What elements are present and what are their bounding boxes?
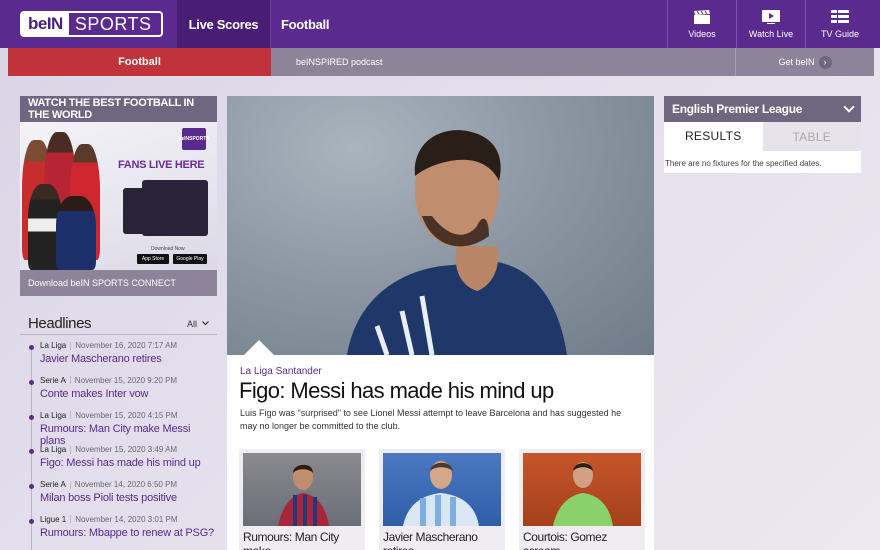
headline-link[interactable]: Rumours: Man City make Messi plans xyxy=(40,423,217,447)
nav-videos-label: Videos xyxy=(688,28,716,39)
hero-description: Luis Figo was "surprised" to see Lionel … xyxy=(240,408,622,431)
nav-watch-live[interactable]: Watch Live xyxy=(736,0,805,48)
hero-notch xyxy=(244,340,274,355)
player-portrait-graphic xyxy=(347,130,567,355)
tab-results[interactable]: RESULTS xyxy=(664,122,763,151)
nav-videos[interactable]: Videos xyxy=(667,0,736,48)
tv-play-icon xyxy=(761,9,781,24)
card-caption: Javier Mascherano retires xyxy=(383,530,478,550)
headline-league: Ligue 1 xyxy=(40,514,67,524)
related-cards: Rumours: Man City make Javier Mascherano… xyxy=(239,449,645,550)
headline-time: November 15, 2020 4:15 PM xyxy=(75,410,178,420)
promo-image: beIN SPORTS FANS LIVE HERE Download Now A… xyxy=(20,122,217,270)
list-item[interactable]: Ligue 1 November 14, 2020 3:01 PM Rumours… xyxy=(29,515,217,550)
headline-meta: La Liga November 15, 2020 4:15 PM xyxy=(40,411,217,420)
headline-league: La Liga xyxy=(40,445,67,455)
promo-banner[interactable]: WATCH THE BEST FOOTBALL IN THE WORLD beI… xyxy=(20,96,217,296)
headline-meta: Serie A November 15, 2020 9:20 PM xyxy=(40,376,217,385)
no-fixtures-message: There are no fixtures for the specified … xyxy=(665,159,822,168)
mini-logo-text-top: beIN xyxy=(178,136,190,142)
headline-meta: La Liga November 16, 2020 7:17 AM xyxy=(40,341,217,350)
headline-time: November 14, 2020 6:50 PM xyxy=(74,480,178,490)
card-caption: Courtois: Gomez scream xyxy=(523,530,608,550)
logo-sports-text: SPORTS xyxy=(74,13,152,34)
league-widget: English Premier League RESULTS TABLE The… xyxy=(664,96,861,173)
hero-article-card[interactable]: La Liga Santander Figo: Messi has made h… xyxy=(227,96,654,550)
tab-table[interactable]: TABLE xyxy=(762,122,861,151)
get-bein-label: Get beIN xyxy=(778,57,815,67)
promo-footer: Download beIN SPORTS CONNECT xyxy=(28,278,176,288)
headline-league: La Liga xyxy=(40,341,67,350)
clapperboard-icon xyxy=(692,9,712,24)
card-thumbnail xyxy=(523,453,641,526)
headline-meta: Serie A November 14, 2020 6:50 PM xyxy=(40,480,217,489)
headlines-section: Headlines All La Liga November 16, 2020 7… xyxy=(20,313,217,550)
headlines-title: Headlines xyxy=(28,315,92,332)
mini-logo-text-bottom: SPORTS xyxy=(189,136,210,142)
headline-link[interactable]: Figo: Messi has made his mind up xyxy=(40,457,217,469)
card-thumbnail xyxy=(243,453,361,526)
headline-link[interactable]: Javier Mascherano retires xyxy=(40,353,217,365)
list-item[interactable]: Serie A November 14, 2020 6:50 PM Milan b… xyxy=(29,480,217,515)
headline-league: Serie A xyxy=(40,375,66,385)
nav-tv-guide[interactable]: TV Guide xyxy=(805,0,874,48)
get-bein-button[interactable]: Get beIN › xyxy=(735,48,874,76)
headline-league: Serie A xyxy=(40,480,66,490)
list-item[interactable]: La Liga November 16, 2020 7:17 AM Javier … xyxy=(29,341,217,376)
tablet-graphic xyxy=(123,188,149,234)
bein-sports-logo[interactable]: beIN SPORTS xyxy=(20,11,163,37)
headline-time: November 14, 2020 3:01 PM xyxy=(75,514,178,524)
headline-link[interactable]: Conte makes Inter vow xyxy=(40,388,217,400)
chevron-down-icon xyxy=(202,321,209,326)
related-card[interactable]: Rumours: Man City make xyxy=(239,449,365,550)
headline-link[interactable]: Rumours: Mbappe to renew at PSG? xyxy=(40,527,217,539)
headlines-filter-dropdown[interactable]: All xyxy=(187,319,209,329)
app-store-badge: App Store xyxy=(137,254,169,264)
headline-time: November 15, 2020 3:49 AM xyxy=(75,445,178,455)
headline-league: La Liga xyxy=(40,410,67,420)
google-play-badge: Google Play xyxy=(173,254,207,264)
list-item[interactable]: La Liga November 15, 2020 3:49 AM Figo: M… xyxy=(29,445,217,480)
nav-watch-live-label: Watch Live xyxy=(748,28,794,39)
list-grid-icon xyxy=(830,9,850,24)
headlines-filter-label: All xyxy=(186,318,197,329)
chevron-right-icon: › xyxy=(818,55,832,69)
league-tabs: RESULTS TABLE xyxy=(664,122,861,151)
bein-mini-logo: beIN SPORTS xyxy=(178,128,210,150)
chevron-down-icon xyxy=(843,101,855,113)
nav-football[interactable]: Football xyxy=(281,0,329,48)
headline-time: November 16, 2020 7:17 AM xyxy=(75,341,178,350)
logo-bein-text: beIN xyxy=(22,13,69,35)
fans-live-here-text: FANS LIVE HERE xyxy=(118,159,205,171)
list-item[interactable]: La Liga November 15, 2020 4:15 PM Rumours… xyxy=(29,411,217,447)
headline-link[interactable]: Milan boss Pioli tests positive xyxy=(40,492,217,504)
headlines-list: La Liga November 16, 2020 7:17 AM Javier … xyxy=(20,341,217,550)
tablet-graphic xyxy=(142,180,208,236)
hero-image[interactable] xyxy=(227,96,654,355)
league-name: English Premier League xyxy=(672,102,803,116)
list-item[interactable]: Serie A November 15, 2020 9:20 PM Conte m… xyxy=(29,376,217,411)
nav-live-scores[interactable]: Live Scores xyxy=(177,0,271,48)
headline-time: November 15, 2020 9:20 PM xyxy=(74,375,178,385)
headlines-header: Headlines All xyxy=(20,313,217,335)
nav-tv-guide-label: TV Guide xyxy=(820,28,860,39)
card-thumbnail xyxy=(383,453,501,526)
nav-tiles: Videos Watch Live TV Guide xyxy=(667,0,874,48)
subnav-football-tab[interactable]: Football xyxy=(8,48,271,76)
player-graphic xyxy=(56,196,96,270)
subnav-podcast-link[interactable]: beINSPIRED podcast xyxy=(296,48,383,76)
sub-navbar: Football beINSPIRED podcast Get beIN › xyxy=(8,48,874,76)
related-card[interactable]: Javier Mascherano retires xyxy=(379,449,505,550)
top-navbar: beIN SPORTS Live Scores Football Videos … xyxy=(0,0,880,48)
league-selector[interactable]: English Premier League xyxy=(664,96,861,122)
hero-category[interactable]: La Liga Santander xyxy=(240,366,322,377)
card-caption: Rumours: Man City make xyxy=(243,530,339,550)
hero-title[interactable]: Figo: Messi has made his mind up xyxy=(239,378,554,404)
headline-meta: La Liga November 15, 2020 3:49 AM xyxy=(40,445,217,454)
related-card[interactable]: Courtois: Gomez scream xyxy=(519,449,645,550)
headline-meta: Ligue 1 November 14, 2020 3:01 PM xyxy=(40,515,217,524)
download-now-text: Download Now xyxy=(151,246,185,252)
promo-title: WATCH THE BEST FOOTBALL IN THE WORLD xyxy=(20,96,217,122)
